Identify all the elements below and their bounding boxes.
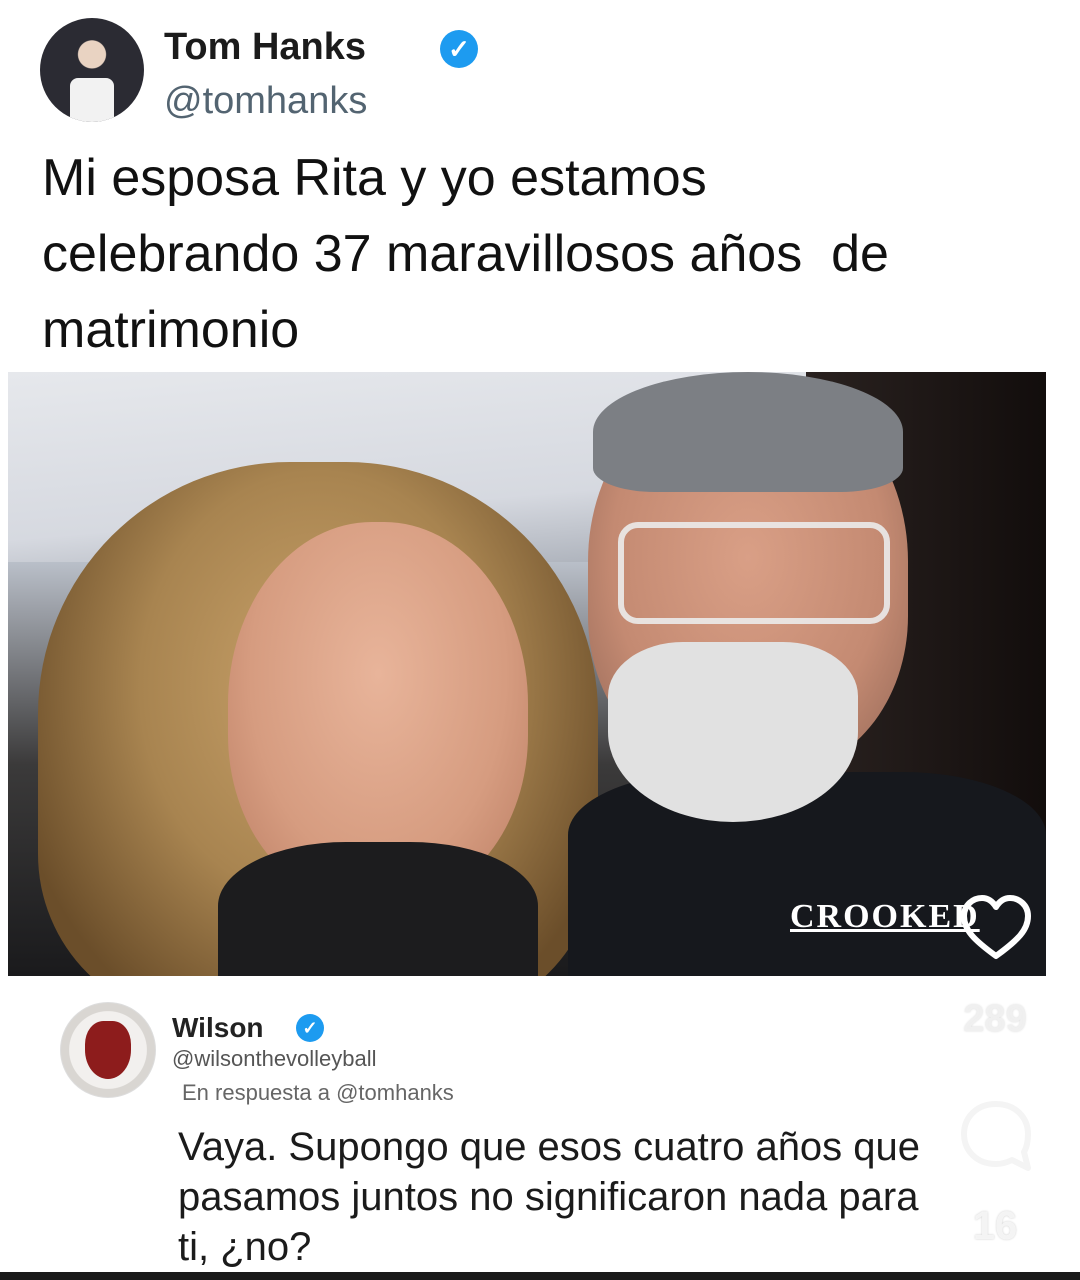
tom-hanks-avatar[interactable] [40,18,144,122]
verified-badge-icon: ✓ [440,30,478,68]
reply-tweet[interactable]: Wilson ✓ @wilsonthevolleyball En respues… [60,1000,940,1270]
author-handle[interactable]: @tomhanks [164,80,367,123]
comment-icon[interactable] [956,1096,1036,1176]
photo-man-hair [593,372,903,492]
avatar-shirt [70,78,114,122]
verified-badge-icon: ✓ [296,1014,324,1042]
heart-icon[interactable] [958,892,1034,964]
bottom-bar [0,1272,1080,1280]
tweet-photo[interactable]: CROOKED [8,372,1046,976]
wilson-handprint [85,1021,131,1079]
tweet-header: Tom Hanks ✓ @tomhanks [40,18,740,128]
magazine-logo: CROOKED [790,898,980,935]
tweet-text: Mi esposa Rita y yo estamos celebrando 3… [42,149,889,359]
wilson-avatar[interactable] [60,1002,156,1098]
like-count: 289 [963,998,1027,1040]
reply-author-name[interactable]: Wilson [172,1012,264,1044]
reply-to-label: En respuesta a @tomhanks [182,1080,454,1105]
reply-author-handle[interactable]: @wilsonthevolleyball [172,1046,377,1072]
reply-text: Vaya. Supongo que esos cuatro años que p… [178,1125,921,1269]
comment-count: 16 [972,1204,1018,1248]
photo-man-glasses [618,522,890,624]
photo-woman-top [218,842,538,976]
author-name[interactable]: Tom Hanks [164,26,366,69]
photo-man-beard [608,642,858,822]
